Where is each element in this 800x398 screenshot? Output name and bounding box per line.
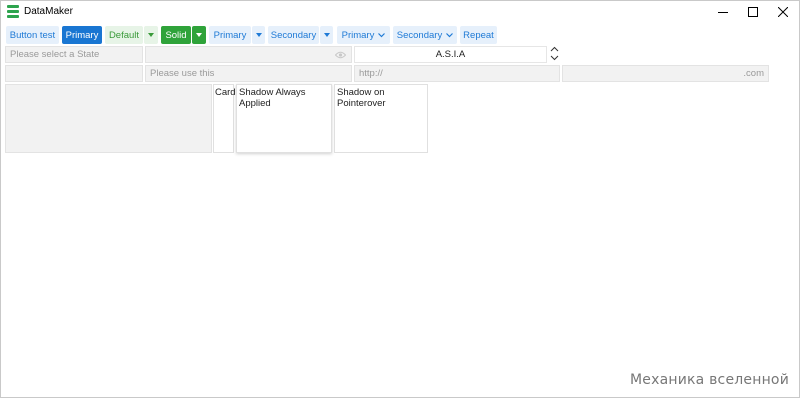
minimize-icon[interactable] — [708, 1, 738, 23]
spin-up-icon[interactable] — [550, 46, 559, 52]
split-primary-label: Primary — [213, 29, 247, 41]
watermark-text: Механика вселенной — [630, 372, 789, 388]
button-test-label: Button test — [9, 29, 56, 41]
split-secondary-button[interactable]: Secondary — [268, 26, 319, 44]
card: Card — [213, 84, 236, 153]
url-suffix: .com — [743, 68, 764, 79]
caret-down-icon — [196, 33, 202, 37]
eye-icon[interactable] — [335, 51, 346, 59]
datamaker-app-icon — [7, 5, 19, 18]
spinner-input-value: A.S.I.A — [435, 49, 466, 60]
spin-down-icon[interactable] — [550, 55, 559, 61]
app-window: DataMaker Button test Primary Default So… — [0, 0, 800, 398]
caret-down-icon — [255, 33, 262, 37]
solid-button[interactable]: Solid — [161, 26, 191, 44]
split-primary-button[interactable]: Primary — [209, 26, 251, 44]
password-field[interactable] — [145, 46, 352, 63]
dropdown-primary-label: Primary — [341, 29, 375, 41]
repeat-button[interactable]: Repeat — [460, 26, 497, 44]
empty-field[interactable] — [5, 65, 143, 82]
spinner-input[interactable]: A.S.I.A — [354, 46, 547, 63]
card-label: Card — [215, 87, 236, 98]
default-label: Default — [108, 29, 140, 41]
gray-panel — [5, 84, 212, 153]
dropdown-secondary-button[interactable]: Secondary — [393, 26, 457, 44]
use-this-input[interactable]: Please use this — [145, 65, 352, 82]
title-bar: DataMaker — [1, 1, 799, 23]
split-primary-dropdown-button[interactable] — [252, 26, 265, 44]
chevron-down-icon — [378, 32, 386, 37]
shadow-pointerover-label: Shadow on Pointerover — [337, 87, 386, 109]
maximize-icon[interactable] — [738, 1, 768, 23]
solid-dropdown-button[interactable] — [192, 26, 206, 44]
use-this-placeholder: Please use this — [150, 68, 215, 79]
primary-label: Primary — [65, 29, 99, 41]
solid-label: Solid — [165, 29, 187, 41]
split-secondary-dropdown-button[interactable] — [320, 26, 333, 44]
shadow-always-card: Shadow Always Applied — [236, 84, 332, 153]
split-secondary-label: Secondary — [270, 29, 317, 41]
url-input[interactable]: http:// — [354, 65, 560, 82]
chevron-down-icon — [446, 32, 454, 37]
window-title: DataMaker — [24, 6, 73, 17]
dropdown-primary-button[interactable]: Primary — [337, 26, 390, 44]
caret-down-icon — [148, 33, 154, 37]
shadow-always-label: Shadow Always Applied — [239, 87, 306, 109]
url-suffix-field: .com — [562, 65, 769, 82]
state-select-placeholder: Please select a State — [10, 49, 100, 60]
shadow-pointerover-card[interactable]: Shadow on Pointerover — [334, 84, 428, 153]
primary-button[interactable]: Primary — [62, 26, 102, 44]
state-select[interactable]: Please select a State — [5, 46, 143, 63]
button-test-button[interactable]: Button test — [6, 26, 59, 44]
caret-down-icon — [323, 33, 330, 37]
repeat-label: Repeat — [463, 29, 494, 41]
url-prefix: http:// — [359, 68, 383, 79]
default-button[interactable]: Default — [105, 26, 143, 44]
default-dropdown-button[interactable] — [144, 26, 158, 44]
close-icon[interactable] — [768, 1, 798, 23]
dropdown-secondary-label: Secondary — [396, 29, 443, 41]
